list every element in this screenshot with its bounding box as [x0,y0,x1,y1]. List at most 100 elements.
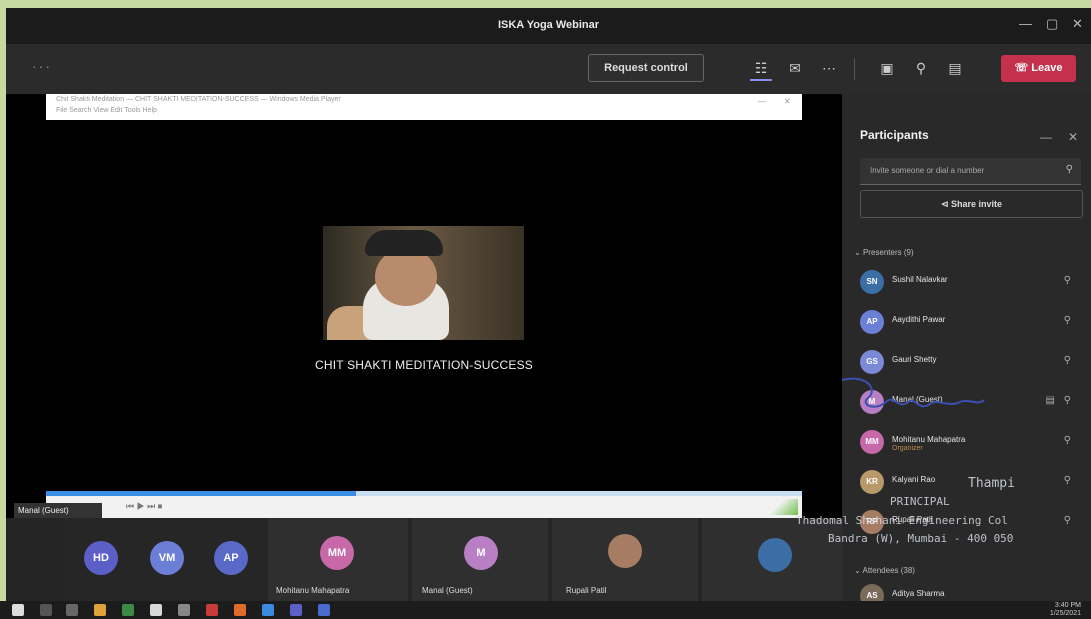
participant-row[interactable]: AS Aditya Sharma [860,584,1085,601]
close-icon[interactable]: ✕ [1072,16,1083,32]
avatar: AS [860,584,884,601]
avatar: KR [860,470,884,494]
chat-icon[interactable]: ✉ [784,57,806,79]
search-placeholder: Invite someone or dial a number [870,166,985,175]
title-bar: ISKA Yoga Webinar — ▢ ✕ [6,8,1091,44]
close-panel-icon[interactable]: ✕ [1068,130,1078,144]
firefox-icon[interactable] [234,604,246,616]
app-icon[interactable] [178,604,190,616]
gallery-tile-group: HD VM AP [64,518,264,601]
mic-off-icon: ⚲ [1063,315,1071,326]
participant-name: Aaydithi Pawar [892,315,946,324]
avatar: AP [214,541,248,575]
stamp-line: Bandra (W), Mumbai - 400 050 [828,532,1014,545]
attendees-section-label[interactable]: ⌄ Attendees (38) [854,566,915,575]
player-buttons[interactable]: ⏮ ▶ ⏭ ⏹ [126,501,162,512]
invite-search-input[interactable]: Invite someone or dial a number ⚲ [860,158,1081,185]
meeting-toolbar: ··· Request control ☷ ✉ ⋯ ▣ ⚲ ▤ ☏ Leave [6,44,1091,94]
mic-off-icon: ⚲ [1063,355,1071,366]
mic-off-icon[interactable]: ⚲ [910,57,932,79]
chrome-icon[interactable] [94,604,106,616]
mic-off-icon: ⚲ [1063,515,1071,526]
gallery-tile[interactable]: Rupali Patil [552,518,698,601]
window-title: ISKA Yoga Webinar [497,19,600,31]
minimize-icon[interactable]: — [1019,16,1032,31]
shared-window-title: Chit Shakti Meditation — CHIT SHAKTI MED… [56,96,341,103]
popout-icon[interactable]: — [1040,130,1052,144]
photo-avatar [608,534,642,568]
participants-icon[interactable]: ☷ [750,57,772,81]
task-view-icon[interactable] [66,604,78,616]
participant-name: Sushil Nalavkar [892,275,948,284]
participant-row[interactable]: MM Mohitanu Mahapatra Organizer ⚲ [860,430,1085,456]
presenters-label: Presenters (9) [862,248,914,257]
sheets-icon[interactable] [122,604,134,616]
participant-name: Aditya Sharma [892,589,945,598]
files-icon[interactable] [150,604,162,616]
participant-row[interactable]: SN Sushil Nalavkar ⚲ [860,270,1085,296]
clock-time: 3:40 PM [1054,602,1081,609]
browser-icon[interactable] [262,604,274,616]
more-options-icon[interactable]: ··· [32,58,52,74]
leave-label: Leave [1031,62,1063,74]
participant-row[interactable]: AP Aaydithi Pawar ⚲ [860,310,1085,336]
share-invite-label: Share invite [951,199,1003,209]
stamp-line: Thampi [968,476,1015,491]
media-player-controls: ⏮ ▶ ⏭ ⏹ [46,491,802,518]
tile-name: Rupali Patil [566,586,607,595]
face-shape [375,248,437,306]
participant-name: Mohitanu Mahapatra [892,435,966,444]
progress-bar[interactable] [46,491,802,496]
system-clock[interactable]: 3:40 PM 1/25/2021 [1050,602,1081,618]
handwritten-signature [841,377,985,408]
mic-off-icon: ⚲ [1063,435,1071,446]
mic-off-icon: ⚲ [1063,275,1071,286]
progress-fill [46,491,356,496]
share-invite-button[interactable]: ⊲ Share invite [860,190,1083,218]
participant-role: Organizer [892,445,923,452]
start-icon[interactable] [12,604,24,616]
participants-heading: Participants [860,128,929,142]
turban-shape [365,230,443,256]
avatar: HD [84,541,118,575]
camera-off-icon[interactable]: ▣ [876,57,898,79]
leave-button[interactable]: ☏ Leave [1001,55,1076,82]
word-icon[interactable] [318,604,330,616]
gallery-tile[interactable]: MM Mohitanu Mahapatra [268,518,408,601]
pdf-icon[interactable] [206,604,218,616]
teams-icon[interactable] [290,604,302,616]
toolbar-divider [854,58,855,80]
avatar: AP [860,310,884,334]
shared-close-icon: ✕ [784,97,791,106]
share-tray-icon[interactable]: ▤ [944,57,966,79]
avatar: M [464,536,498,570]
gallery-tile[interactable]: M Manal (Guest) [412,518,548,601]
windows-taskbar: 3:40 PM 1/25/2021 [0,601,1091,619]
tile-name: Mohitanu Mahapatra [276,586,350,595]
avatar: GS [860,350,884,374]
stamp-line: PRINCIPAL [890,495,950,508]
attendees-label: Attendees (38) [862,566,915,575]
more-actions-icon[interactable]: ⋯ [818,57,840,79]
screen-share-icon: ▤ [1045,395,1055,406]
search-icon[interactable] [40,604,52,616]
shared-minimize-icon: — [758,97,766,106]
avatar: MM [860,430,884,454]
volume-icon[interactable] [764,499,798,515]
photo-avatar [758,538,792,572]
clock-date: 1/25/2021 [1049,610,1081,617]
shared-window-titlebar: Chit Shakti Meditation — CHIT SHAKTI MED… [46,94,802,120]
mic-off-icon: ⚲ [1063,475,1071,486]
participant-name: Kalyani Rao [892,475,936,484]
shared-window-menu: File Search View Edit Tools Help [56,107,157,114]
avatar: MM [320,536,354,570]
search-icon: ⚲ [1065,164,1073,175]
request-control-button[interactable]: Request control [588,54,704,82]
avatar: SN [860,270,884,294]
gallery-tile[interactable] [702,518,842,601]
maximize-icon[interactable]: ▢ [1046,16,1058,32]
teams-window: ISKA Yoga Webinar — ▢ ✕ ··· Request cont… [6,8,1091,601]
mic-off-icon: ⚲ [1063,395,1071,406]
participant-name: Gauri Shetty [892,355,937,364]
presenters-section-label[interactable]: ⌄ Presenters (9) [854,248,914,257]
